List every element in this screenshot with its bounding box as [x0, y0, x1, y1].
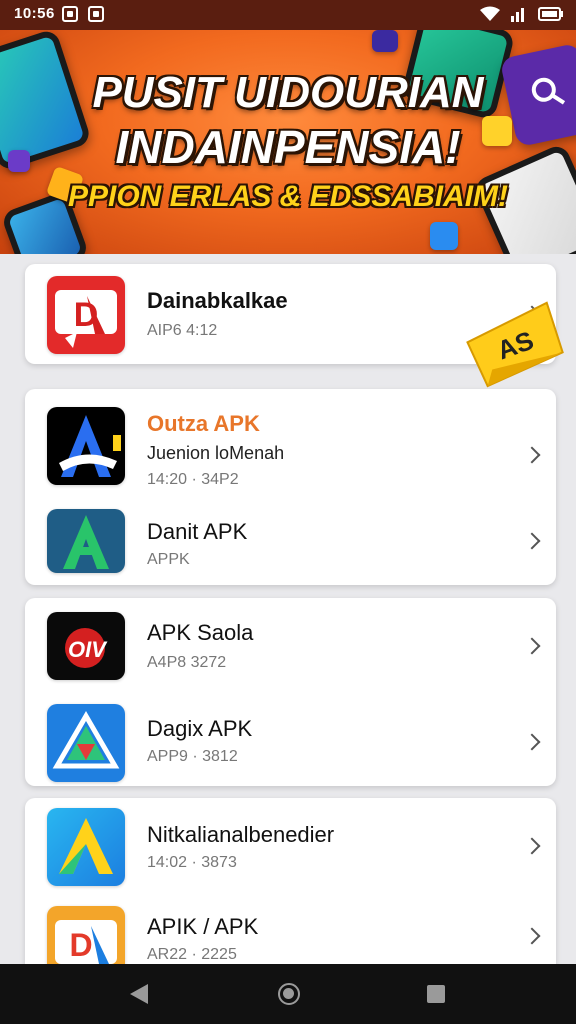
app-card: Outza APK Juenion loMenah 14:20 · 34P2 D… [25, 389, 556, 585]
app-subtitle: Juenion loMenah [147, 443, 285, 463]
svg-text:OIV: OIV [68, 637, 108, 662]
chevron-right-icon [523, 446, 541, 464]
triangle-app-icon [47, 704, 125, 782]
red-oiv-app-icon: OIV [47, 612, 125, 680]
app-meta: 14:02 · 3873 [147, 854, 237, 871]
chevron-right-icon [523, 927, 541, 945]
app-meta: AIP6 4:12 [147, 322, 218, 339]
signal-icon [511, 8, 524, 22]
notification-icon [88, 6, 104, 22]
list-item[interactable]: Dagix APK APP9 · 3812 [25, 692, 556, 786]
app-card: OIV APK Saola A4P8 3272 Dagix APK APP9 ·… [25, 598, 556, 786]
app-name: Danit APK [147, 519, 248, 544]
chevron-right-icon [523, 532, 541, 550]
back-icon[interactable] [130, 984, 148, 1004]
app-meta: APPK [147, 551, 190, 568]
banner-title: PUSIT UIDOURIAN [92, 68, 484, 117]
app-card: Nitkalianalbenedier 14:02 · 3873 D APIK … [25, 798, 556, 984]
status-bar: 10:56 [0, 0, 576, 30]
app-meta: 14:20 · 34P2 [147, 471, 239, 488]
green-a-app-icon [47, 509, 125, 573]
tile-decoration [372, 30, 398, 52]
blue-a-app-icon [47, 407, 125, 485]
chevron-right-icon [523, 837, 541, 855]
app-meta: AR22 · 2225 [147, 946, 237, 963]
app-name: Dainabkalkae [147, 288, 288, 313]
banner-title: INDAINPENSIA! [115, 121, 461, 173]
navigation-bar [0, 964, 576, 1024]
red-d-app-icon: D [47, 276, 125, 354]
tile-decoration [430, 222, 458, 250]
recent-apps-icon[interactable] [427, 985, 445, 1003]
home-icon[interactable] [278, 983, 300, 1005]
notification-icon [62, 6, 78, 22]
app-name: Nitkalianalbenedier [147, 822, 335, 847]
promo-banner[interactable]: PUSIT UIDOURIAN INDAINPENSIA! PPION ERLA… [0, 30, 576, 254]
list-item[interactable]: Outza APK Juenion loMenah 14:20 · 34P2 [25, 389, 556, 489]
list-item[interactable]: OIV APK Saola A4P8 3272 [25, 598, 556, 698]
app-name: APIK / APK [147, 914, 259, 939]
chevron-right-icon [523, 637, 541, 655]
list-item[interactable]: Danit APK APPK [25, 495, 556, 585]
app-name: APK Saola [147, 620, 254, 645]
svg-text:D: D [69, 927, 92, 963]
battery-icon [538, 7, 563, 21]
banner-subtitle: PPION ERLAS & EDSSABIAIM! [67, 180, 509, 213]
yellow-a-app-icon [47, 808, 125, 886]
app-meta: A4P8 3272 [147, 654, 227, 671]
app-name: Dagix APK [147, 716, 253, 741]
status-icons [480, 6, 564, 22]
wifi-icon [480, 6, 500, 21]
status-time: 10:56 [14, 5, 55, 22]
list-item[interactable]: Nitkalianalbenedier 14:02 · 3873 [25, 798, 556, 898]
chevron-right-icon [523, 733, 541, 751]
app-name: Outza APK [147, 411, 260, 436]
app-meta: APP9 · 3812 [147, 748, 238, 765]
